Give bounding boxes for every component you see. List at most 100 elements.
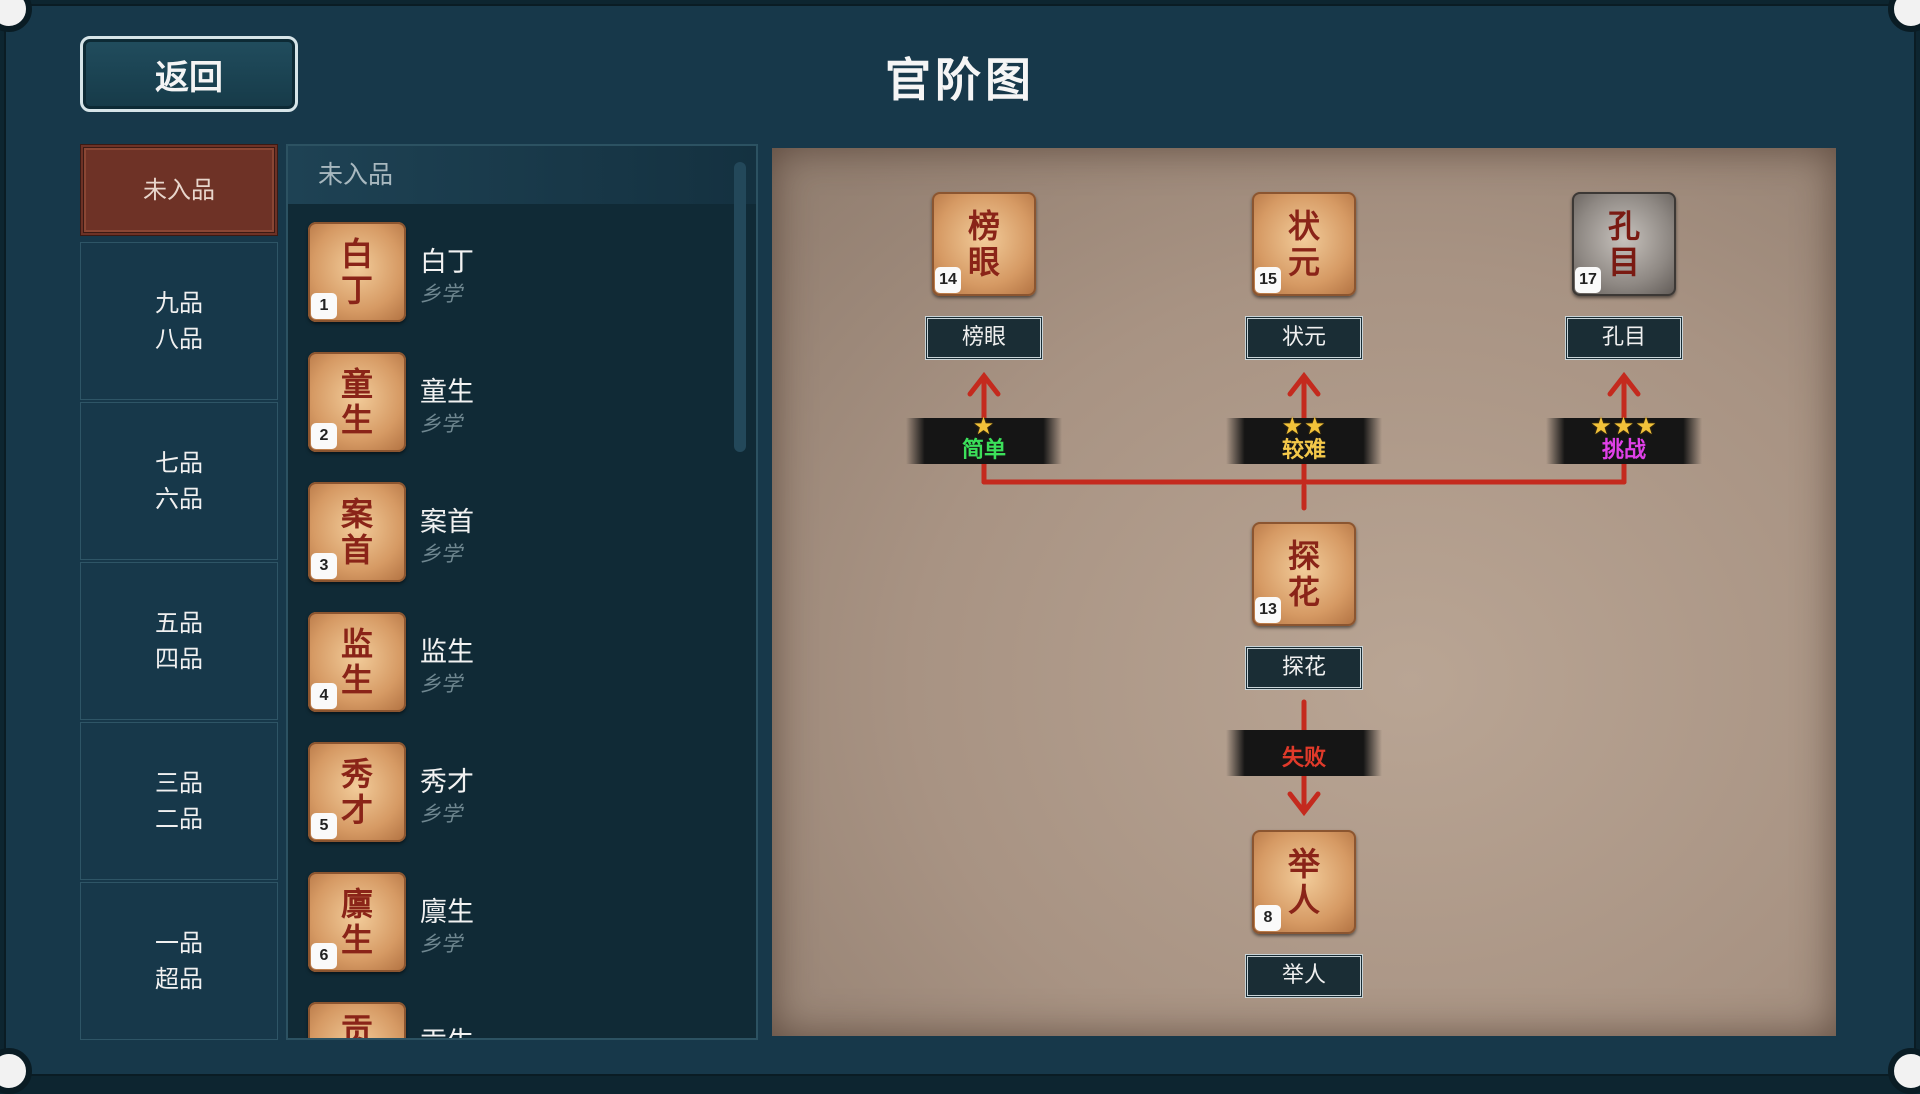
title-number: 14 xyxy=(935,267,961,293)
tile-glyph: 生 xyxy=(340,661,373,699)
tile-glyph: 生 xyxy=(340,921,373,959)
title-number: 8 xyxy=(1255,905,1281,931)
title-number: 1 xyxy=(311,293,337,319)
rank-tab-label: 未入品 xyxy=(143,176,215,204)
node-label: 探花 xyxy=(1245,646,1363,690)
title-tile-icon: 孔 目 17 xyxy=(1572,192,1676,296)
title-school: 乡学 xyxy=(420,932,462,956)
list-item[interactable]: 秀 才 5 秀才 乡学 xyxy=(308,742,708,852)
title-name: 白丁 xyxy=(420,247,474,278)
rank-tab-label: 八品 xyxy=(155,325,203,353)
title-name: 秀才 xyxy=(420,767,474,798)
tile-glyph: 案 xyxy=(340,495,373,533)
title-tile-icon: 榜 眼 14 xyxy=(932,192,1036,296)
tile-glyph: 眼 xyxy=(967,243,1000,281)
rank-tab-label: 三品 xyxy=(155,769,203,797)
tile-glyph: 白 xyxy=(340,235,373,273)
corner-ornament xyxy=(1888,0,1920,32)
rank-tab-7-6[interactable]: 七品 六品 xyxy=(80,402,278,560)
title-name: 童生 xyxy=(420,377,474,408)
title-name: 监生 xyxy=(420,637,474,668)
title-tile-icon: 白 丁 1 xyxy=(308,222,406,322)
tile-glyph: 目 xyxy=(1607,243,1640,281)
tile-glyph: 榜 xyxy=(967,207,1000,245)
back-button[interactable]: 返回 xyxy=(80,36,298,112)
node-label: 举人 xyxy=(1245,954,1363,998)
tile-glyph: 孔 xyxy=(1607,207,1640,245)
rank-tab-unranked[interactable]: 未入品 xyxy=(80,144,278,236)
list-item[interactable]: 监 生 4 监生 乡学 xyxy=(308,612,708,722)
rank-tab-5-4[interactable]: 五品 四品 xyxy=(80,562,278,720)
list-header: 未入品 xyxy=(288,146,756,204)
tile-glyph: 探 xyxy=(1287,537,1320,575)
title-tile-icon: 状 元 15 xyxy=(1252,192,1356,296)
rank-tab-label: 一品 xyxy=(155,929,203,957)
tile-glyph: 廪 xyxy=(340,885,373,923)
title-tile-icon: 廪 生 6 xyxy=(308,872,406,972)
corner-ornament xyxy=(1888,1048,1920,1094)
rank-tab-label: 七品 xyxy=(155,449,203,477)
rank-tab-label: 四品 xyxy=(155,645,203,673)
rank-tab-label: 六品 xyxy=(155,485,203,513)
difficulty-badge-hard: ★★ 较难 xyxy=(1226,412,1382,464)
title-number: 3 xyxy=(311,553,337,579)
corner-ornament xyxy=(0,1048,32,1094)
title-number: 4 xyxy=(311,683,337,709)
title-school: 乡学 xyxy=(420,412,462,436)
rank-tab-label: 九品 xyxy=(155,289,203,317)
title-number: 6 xyxy=(311,943,337,969)
title-name: 贡生 xyxy=(420,1020,474,1038)
title-tile-icon: 童 生 2 xyxy=(308,352,406,452)
title-tile-icon: 贡 xyxy=(308,1002,406,1038)
title-number: 13 xyxy=(1255,597,1281,623)
tile-glyph: 秀 xyxy=(340,755,373,793)
title-school: 乡学 xyxy=(420,542,462,566)
rank-tabs: 未入品 九品 八品 七品 六品 五品 四品 三品 二品 一品 超品 xyxy=(80,144,278,1040)
list-item[interactable]: 廪 生 6 廪生 乡学 xyxy=(308,872,708,982)
tile-glyph: 花 xyxy=(1287,573,1320,611)
rank-tab-label: 超品 xyxy=(155,965,203,993)
difficulty-label: 挑战 xyxy=(1601,438,1646,463)
rank-tab-3-2[interactable]: 三品 二品 xyxy=(80,722,278,880)
title-list-panel[interactable]: 未入品 白 丁 1 白丁 乡学 童 生 2 童生 乡学 案 首 3 案首 乡学 … xyxy=(286,144,758,1040)
title-tile-icon: 探 花 13 xyxy=(1252,522,1356,626)
difficulty-badge-easy: ★ 简单 xyxy=(906,412,1062,464)
rank-tab-label: 五品 xyxy=(155,609,203,637)
rank-tab-1-super[interactable]: 一品 超品 xyxy=(80,882,278,1040)
difficulty-label: 较难 xyxy=(1281,438,1326,463)
node-label: 孔目 xyxy=(1565,316,1683,360)
title-number: 15 xyxy=(1255,267,1281,293)
title-number: 2 xyxy=(311,423,337,449)
title-number: 17 xyxy=(1575,267,1601,293)
title-tile-icon: 秀 才 5 xyxy=(308,742,406,842)
scrollbar[interactable] xyxy=(734,162,746,452)
fail-badge: 失败 xyxy=(1226,730,1382,776)
difficulty-label: 简单 xyxy=(961,438,1006,463)
node-label: 榜眼 xyxy=(925,316,1043,360)
title-school: 乡学 xyxy=(420,672,462,696)
tile-glyph: 首 xyxy=(340,531,373,569)
list-item[interactable]: 童 生 2 童生 乡学 xyxy=(308,352,708,462)
title-name: 廪生 xyxy=(420,897,474,928)
tile-glyph: 举 xyxy=(1287,845,1320,883)
title-tile-icon: 监 生 4 xyxy=(308,612,406,712)
list-item[interactable]: 案 首 3 案首 乡学 xyxy=(308,482,708,592)
difficulty-badge-challenge: ★★★ 挑战 xyxy=(1546,412,1702,464)
list-item[interactable]: 贡 贡生 xyxy=(308,1002,708,1038)
tile-glyph: 童 xyxy=(340,365,373,403)
fail-label: 失败 xyxy=(1281,746,1326,771)
tile-glyph: 丁 xyxy=(340,271,373,309)
tile-glyph: 元 xyxy=(1287,243,1320,281)
title-school: 乡学 xyxy=(420,802,462,826)
node-label: 状元 xyxy=(1245,316,1363,360)
tile-glyph: 生 xyxy=(340,401,373,439)
title-tile-icon: 案 首 3 xyxy=(308,482,406,582)
title-name: 案首 xyxy=(420,507,474,538)
tile-glyph: 状 xyxy=(1287,207,1320,245)
corner-ornament xyxy=(0,0,32,32)
rank-tab-label: 二品 xyxy=(155,805,203,833)
tile-glyph: 监 xyxy=(340,625,373,663)
rank-tab-9-8[interactable]: 九品 八品 xyxy=(80,242,278,400)
list-item[interactable]: 白 丁 1 白丁 乡学 xyxy=(308,222,708,332)
tile-glyph: 才 xyxy=(340,791,373,829)
